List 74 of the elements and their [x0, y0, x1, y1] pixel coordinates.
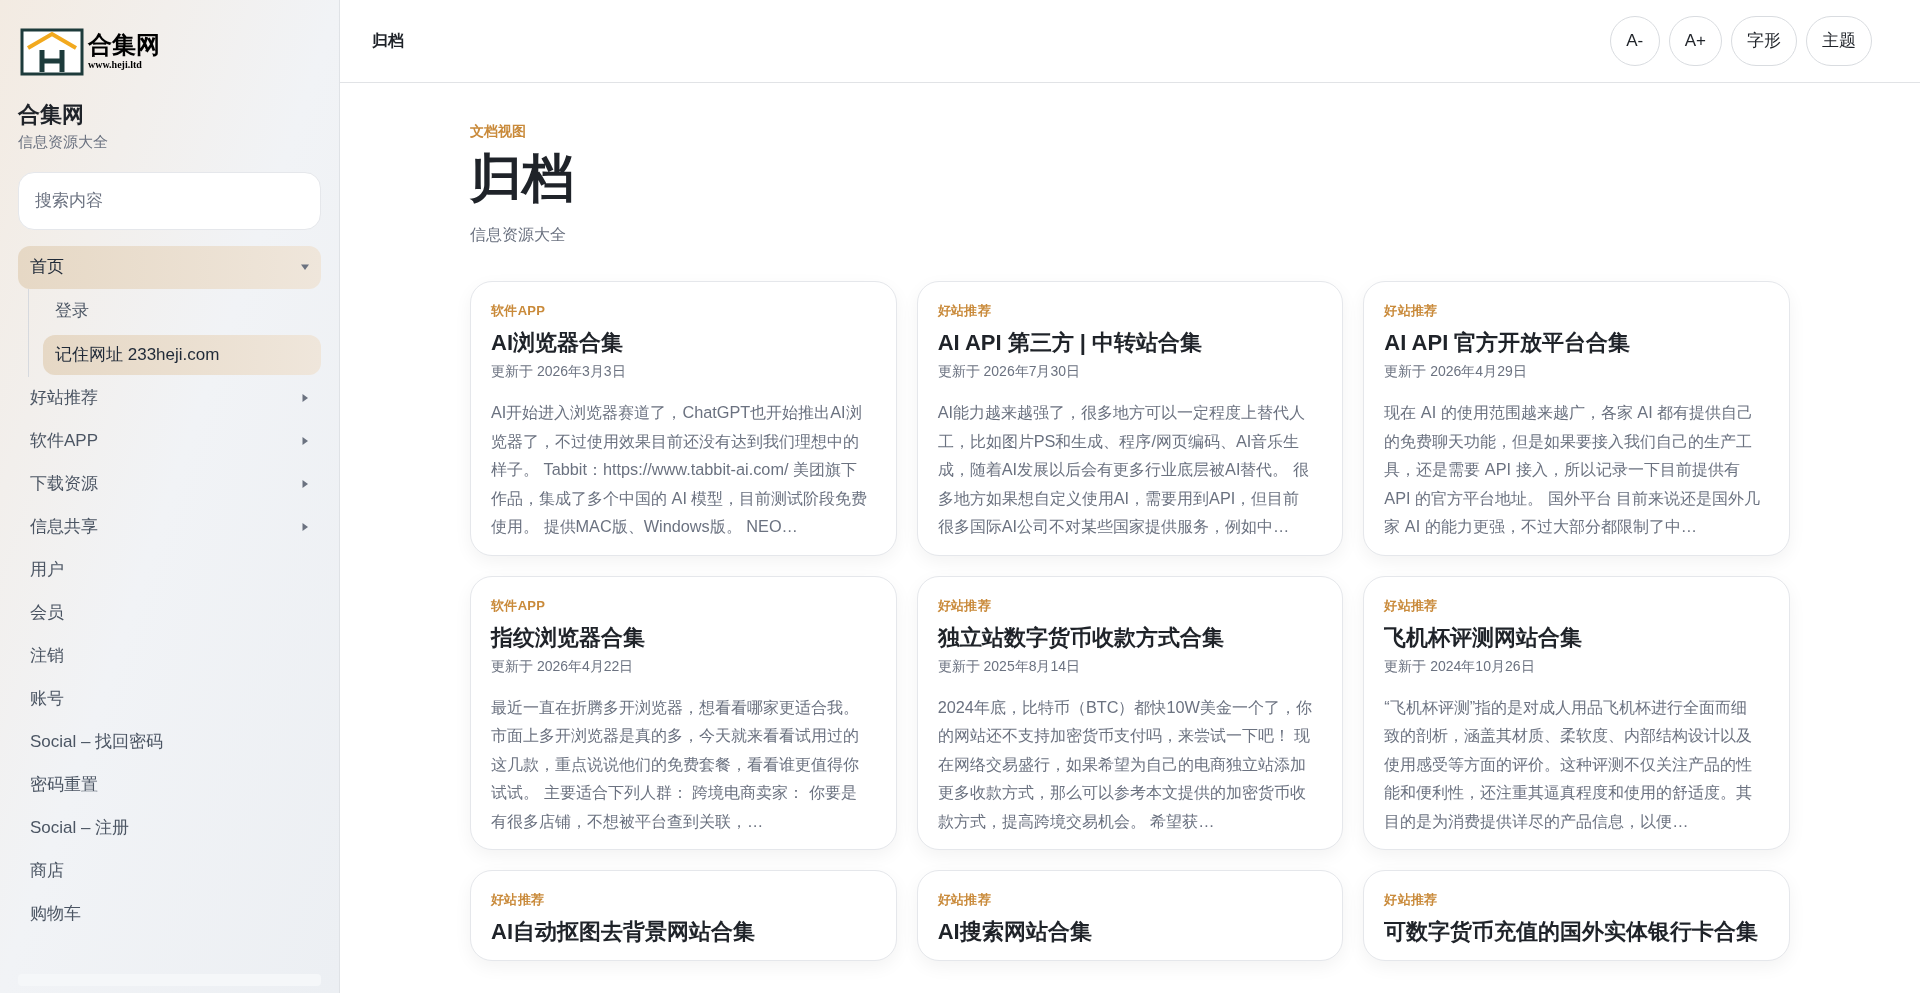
logo-url: www.heji.ltd — [88, 57, 143, 72]
card-date: 更新于 2025年8月14日 — [937, 656, 1082, 676]
card-title[interactable]: AI自动抠图去背景网站合集 — [491, 918, 876, 946]
card-title[interactable]: AI浏览器合集 — [491, 329, 876, 357]
card-category: 软件APP — [491, 597, 547, 614]
caret-icon — [301, 523, 309, 531]
card-date: 更新于 2026年3月3日 — [491, 362, 627, 381]
article-card[interactable]: 好站推荐 可数字货币充值的国外实体银行卡合集 — [1363, 870, 1790, 961]
card-category: 好站推荐 — [937, 303, 992, 319]
nav-item[interactable]: 商店 — [18, 849, 321, 893]
caret-icon — [301, 480, 309, 488]
card-excerpt: “飞机杯评测”指的是对成人用品飞机杯进行全面而细致的剖析，涵盖其材质、柔软度、内部结构设计以及使用感受等方面的评价。这种评测不仅关注产品的性能和便利性，还注重其逼真程度和使用的舒适度。其目的是为消费提供详尽的产品信息，以便… — [1384, 696, 1754, 832]
article-card[interactable]: 好站推荐 AI API 第三方 | 中转站合集 更新于 2026年7月30日 AI能力越来越强了，很多地方可以一定程度上替代人工，比如图片PS和生成、程序/网页编码、AI音乐生成，随着AI发展以后会有更多行业底层被AI替代。 很多地方如果想自定义使用AI，需要用到API，但目前很多国际AI公司不对某些国家提供服务，例如中… — [916, 281, 1344, 556]
card-date: 更新于 2026年7月30日 — [937, 362, 1082, 381]
breadcrumb[interactable]: 归档 — [372, 29, 404, 53]
card-title[interactable]: AI搜索网站合集 — [937, 918, 1323, 946]
nav-item[interactable]: 注销 — [18, 634, 321, 678]
card-date: 更新于 2024年10月26日 — [1384, 656, 1536, 676]
article-card[interactable]: 好站推荐 AI API 官方开放平台合集 更新于 2026年4月29日 现在 AI 的使用范围越来越广，各家 AI 都有提供自己的免费聊天功能，但是如果要接入我们自己的生产工具，还是需要 API 接入，所以记录一下目前提供有 API 的官方平台地址。 国外平台 目前来说还是国外几家 AI 的能力更强，不过大部分都限制了中… — [1363, 281, 1790, 556]
card-date: 更新于 2026年4月22日 — [491, 656, 635, 676]
card-excerpt: 2024年底，比特币（BTC）都快10W美金一个了，你的网站还不支持加密货币支付吗，来尝试一下吧！ 现在网络交易盛行，如果希望为自己的电商独立站添加更多收款方式，那么可以参考本文提供的加密货币收款方式，提高跨境交易机会。 希望获… — [937, 696, 1313, 832]
caret-icon — [301, 437, 309, 445]
card-category: 软件APP — [491, 303, 547, 319]
nav-item[interactable]: 软件APP — [18, 419, 321, 463]
card-title[interactable]: 独立站数字货币收款方式合集 — [937, 623, 1323, 652]
nav-item[interactable]: 购物车 — [18, 892, 321, 936]
nav-subitem[interactable]: 记住网址 233heji.com — [43, 334, 321, 375]
nav-item[interactable]: 密码重置 — [18, 763, 321, 807]
nav-item[interactable]: 信息共享 — [18, 505, 321, 549]
toolbar-button[interactable]: A- — [1609, 16, 1660, 66]
nav-item[interactable]: 账号 — [18, 677, 321, 721]
caret-icon — [301, 263, 309, 271]
card-category: 好站推荐 — [1384, 303, 1439, 319]
nav-subitem[interactable]: 登录 — [43, 290, 321, 331]
article-card[interactable]: 好站推荐 AI搜索网站合集 — [916, 870, 1344, 961]
nav-item[interactable]: 下载资源 — [18, 462, 321, 506]
card-excerpt: 最近一直在折腾多开浏览器，想看看哪家更适合我。市面上多开浏览器是真的多，今天就来看看试用过的这几款，重点说说他们的免费套餐，看看谁更值得你试试。 主要适合下列人群： 跨境电商卖家： 你要是有很多店铺，不想被平台查到关联，… — [491, 696, 860, 832]
nav-item[interactable]: Social – 注册 — [18, 806, 321, 850]
card-title[interactable]: 指纹浏览器合集 — [491, 623, 876, 652]
nav-item[interactable]: 首页 — [18, 245, 321, 289]
article-card[interactable]: 好站推荐 独立站数字货币收款方式合集 更新于 2025年8月14日 2024年底，比特币（BTC）都快10W美金一个了，你的网站还不支持加密货币支付吗，来尝试一下吧！ 现在网络交易盛行，如果希望为自己的电商独立站添加更多收款方式，那么可以参考本文提供的加密货币收款方式，提高跨境交易机会。 希望获… — [916, 575, 1344, 850]
toolbar-button[interactable]: 主题 — [1806, 16, 1872, 66]
card-title[interactable]: 飞机杯评测网站合集 — [1384, 623, 1769, 652]
search-field[interactable]: 搜索内容 — [18, 171, 321, 230]
article-card[interactable]: 软件APP AI浏览器合集 更新于 2026年3月3日 AI开始进入浏览器赛道了，ChatGPT也开始推出AI浏览器了，不过使用效果目前还没有达到我们理想中的样子。 Tabbit：https://www.tabbit-ai.com/ 美团旗下作品，集成了多个中国的 AI 模型，目前测试阶段免费使用。 提供MAC版、Windows版。 NEO… — [470, 281, 897, 556]
page-subtitle: 信息资源大全 — [470, 225, 567, 245]
card-excerpt: AI开始进入浏览器赛道了，ChatGPT也开始推出AI浏览器了，不过使用效果目前还没有达到我们理想中的样子。 Tabbit：https://www.tabbit-ai.com/ 美团旗下作品，集成了多个中国的 AI 模型，目前测试阶段免费使用。 提供MAC版、Windows版。 NEO… — [491, 402, 869, 537]
nav-item[interactable]: Social – 找回密码 — [18, 720, 321, 764]
page-eyebrow: 文档视图 — [470, 122, 527, 141]
nav-item[interactable]: 会员 — [18, 591, 321, 635]
card-category: 好站推荐 — [937, 597, 992, 614]
nav-item[interactable]: 用户 — [18, 548, 321, 592]
toolbar-button[interactable]: A+ — [1668, 16, 1722, 66]
card-title[interactable]: 可数字货币充值的国外实体银行卡合集 — [1384, 918, 1769, 946]
card-category: 好站推荐 — [1384, 892, 1439, 908]
caret-icon — [301, 394, 309, 402]
card-excerpt: 现在 AI 的使用范围越来越广，各家 AI 都有提供自己的免费聊天功能，但是如果要接入我们自己的生产工具，还是需要 API 接入，所以记录一下目前提供有 API 的官方平台地址。 国外平台 目前来说还是国外几家 AI 的能力更强，不过大部分都限制了中… — [1384, 402, 1762, 537]
logo-text: 合集网 — [88, 32, 160, 57]
card-date: 更新于 2026年4月29日 — [1384, 362, 1528, 381]
article-card[interactable]: 好站推荐 AI自动抠图去背景网站合集 — [470, 870, 897, 961]
site-name: 合集网 — [18, 101, 85, 129]
card-category: 好站推荐 — [1384, 597, 1439, 614]
site-tagline: 信息资源大全 — [18, 132, 109, 152]
card-category: 好站推荐 — [937, 892, 992, 908]
nav-item[interactable]: 好站推荐 — [18, 376, 321, 420]
card-excerpt: AI能力越来越强了，很多地方可以一定程度上替代人工，比如图片PS和生成、程序/网页编码、AI音乐生成，随着AI发展以后会有更多行业底层被AI替代。 很多地方如果想自定义使用AI，需要用到API，但目前很多国际AI公司不对某些国家提供服务，例如中… — [937, 402, 1310, 537]
card-category: 好站推荐 — [491, 892, 546, 908]
article-card[interactable]: 软件APP 指纹浏览器合集 更新于 2026年4月22日 最近一直在折腾多开浏览器，想看看哪家更适合我。市面上多开浏览器是真的多，今天就来看看试用过的这几款，重点说说他们的免费套餐，看看谁更值得你试试。 主要适合下列人群： 跨境电商卖家： 你要是有很多店铺，不想被平台查到关联，… — [470, 575, 897, 850]
article-card[interactable]: 好站推荐 飞机杯评测网站合集 更新于 2024年10月26日 “飞机杯评测”指的是对成人用品飞机杯进行全面而细致的剖析，涵盖其材质、柔软度、内部结构设计以及使用感受等方面的评价。这种评测不仅关注产品的性能和便利性，还注重其逼真程度和使用的舒适度。其目的是为消费提供详尽的产品信息，以便… — [1363, 575, 1790, 850]
house-logo-icon — [20, 28, 84, 76]
card-title[interactable]: AI API 第三方 | 中转站合集 — [937, 329, 1323, 357]
page-title: 归档 — [470, 148, 575, 209]
toolbar-button[interactable]: 字形 — [1731, 16, 1797, 66]
card-title[interactable]: AI API 官方开放平台合集 — [1384, 329, 1769, 357]
